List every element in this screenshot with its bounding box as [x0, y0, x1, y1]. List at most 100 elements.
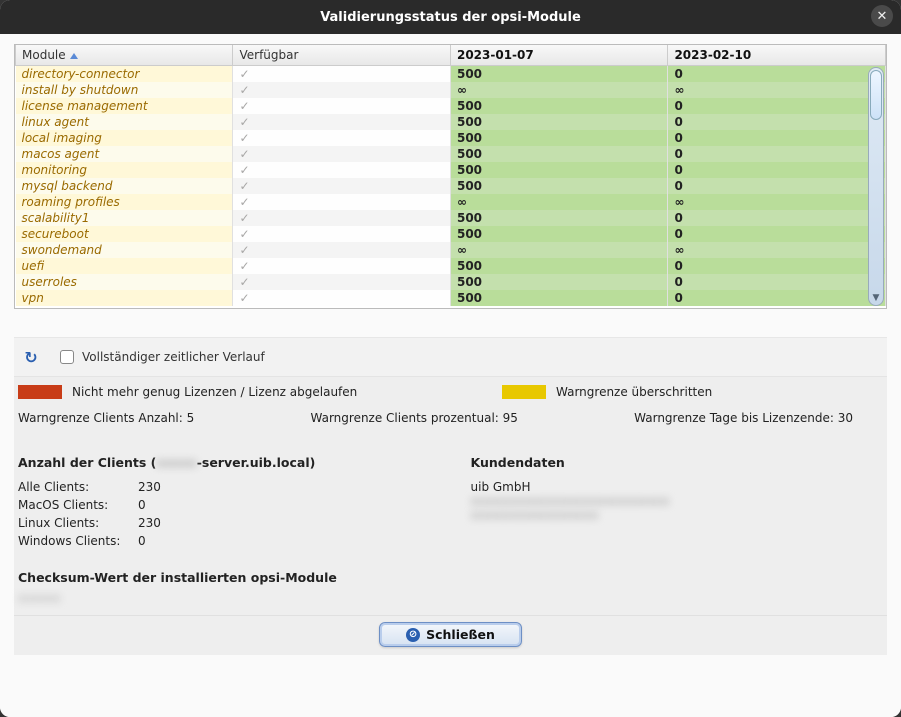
cell-date2: 0 — [668, 274, 886, 290]
table-row[interactable]: directory-connector ✓ 5000 — [16, 66, 886, 83]
dialog-window: Validierungsstatus der opsi-Module ✕ Mod… — [0, 0, 901, 717]
check-icon: ✓ — [239, 195, 249, 209]
cell-module: swondemand — [16, 242, 233, 258]
legend-yellow-label: Warngrenze überschritten — [556, 385, 712, 399]
check-icon: ✓ — [239, 67, 249, 81]
check-icon: ✓ — [239, 163, 249, 177]
cell-date1: ∞ — [450, 242, 667, 258]
cell-available: ✓ — [233, 98, 450, 114]
table-row[interactable]: macos agent✓5000 — [16, 146, 886, 162]
scroll-down-icon[interactable]: ▼ — [869, 291, 883, 305]
warn-clients-pct: Warngrenze Clients prozentual: 95 — [311, 411, 518, 425]
customer-heading: Kundendaten — [471, 455, 884, 470]
window-title: Validierungsstatus der opsi-Module — [320, 10, 581, 25]
cell-available: ✓ — [233, 194, 450, 210]
customer-line-redacted-1: xxxxxxxxxxxxxxxxxxxxxxxxxxxx — [471, 494, 884, 508]
cell-module: uefi — [16, 258, 233, 274]
full-timeline-label: Vollständiger zeitlicher Verlauf — [82, 350, 265, 364]
legend-red-swatch — [18, 385, 62, 399]
cell-date2: 0 — [668, 66, 886, 83]
table-row[interactable]: secureboot✓5000 — [16, 226, 886, 242]
linux-clients-value: 230 — [138, 516, 431, 530]
refresh-icon: ↻ — [24, 348, 37, 367]
legend-panel: Nicht mehr genug Lizenzen / Lizenz abgel… — [14, 376, 887, 437]
close-button-label: Schließen — [426, 627, 495, 642]
checksum-heading: Checksum-Wert der installierten opsi-Mod… — [18, 570, 883, 585]
controls-panel: ↻ Vollständiger zeitlicher Verlauf — [14, 337, 887, 376]
table-row[interactable]: mysql backend✓5000 — [16, 178, 886, 194]
server-name-redacted: xxxxx — [156, 455, 196, 470]
cell-date1: 500 — [450, 98, 667, 114]
table-row[interactable]: monitoring✓5000 — [16, 162, 886, 178]
col-date1[interactable]: 2023-01-07 — [450, 45, 667, 66]
table-row[interactable]: vpn✓5000 — [16, 290, 886, 306]
table-row[interactable]: scalability1✓5000 — [16, 210, 886, 226]
close-button[interactable]: ⊘ Schließen — [379, 622, 522, 647]
refresh-button[interactable]: ↻ — [20, 346, 42, 368]
table-row[interactable]: userroles✓5000 — [16, 274, 886, 290]
cancel-icon: ⊘ — [406, 628, 420, 642]
table-row[interactable]: linux agent✓5000 — [16, 114, 886, 130]
table-row[interactable]: license management ✓ 5000 — [16, 98, 886, 114]
cell-date2: 0 — [668, 98, 886, 114]
customer-name: uib GmbH — [471, 480, 884, 494]
cell-available: ✓ — [233, 162, 450, 178]
col-module[interactable]: Module — [16, 45, 233, 66]
cell-module: license management — [16, 98, 233, 114]
table-row[interactable]: roaming profiles✓∞∞ — [16, 194, 886, 210]
cell-date2: ∞ — [668, 242, 886, 258]
check-icon: ✓ — [239, 275, 249, 289]
cell-date1: 500 — [450, 258, 667, 274]
table-row[interactable]: swondemand✓∞∞ — [16, 242, 886, 258]
cell-date1: 500 — [450, 66, 667, 83]
cell-date1: 500 — [450, 162, 667, 178]
cell-module: mysql backend — [16, 178, 233, 194]
clients-heading: Anzahl der Clients (xxxxx-server.uib.loc… — [18, 455, 431, 470]
full-timeline-checkbox[interactable] — [60, 350, 74, 364]
modules-table: Module Verfügbar 2023-01-07 2023-02-10 d… — [15, 45, 886, 306]
legend-red-label: Nicht mehr genug Lizenzen / Lizenz abgel… — [72, 385, 492, 399]
table-row[interactable]: local imaging✓5000 — [16, 130, 886, 146]
all-clients-label: Alle Clients: — [18, 480, 138, 494]
check-icon: ✓ — [239, 291, 249, 305]
windows-clients-value: 0 — [138, 534, 431, 548]
windows-clients-label: Windows Clients: — [18, 534, 138, 548]
customer-line-redacted-2: xxxxxxxxxxxxxxxxxx — [471, 508, 884, 522]
cell-available: ✓ — [233, 242, 450, 258]
cell-module: macos agent — [16, 146, 233, 162]
col-date2[interactable]: 2023-02-10 — [668, 45, 886, 66]
table-header-row: Module Verfügbar 2023-01-07 2023-02-10 — [16, 45, 886, 66]
dialog-body: Module Verfügbar 2023-01-07 2023-02-10 d… — [0, 34, 901, 717]
macos-clients-value: 0 — [138, 498, 431, 512]
cell-available: ✓ — [233, 258, 450, 274]
clients-section: Anzahl der Clients (xxxxx-server.uib.loc… — [18, 447, 431, 548]
cell-date2: 0 — [668, 258, 886, 274]
cell-date2: ∞ — [668, 82, 886, 98]
cell-date1: 500 — [450, 210, 667, 226]
cell-available: ✓ — [233, 290, 450, 306]
cell-module: roaming profiles — [16, 194, 233, 210]
cell-date1: ∞ — [450, 82, 667, 98]
cell-available: ✓ — [233, 178, 450, 194]
cell-available: ✓ — [233, 82, 450, 98]
cell-module: install by shutdown — [16, 82, 233, 98]
cell-available: ✓ — [233, 226, 450, 242]
table-row[interactable]: uefi✓5000 — [16, 258, 886, 274]
cell-date2: 0 — [668, 130, 886, 146]
cell-module: directory-connector — [16, 66, 233, 83]
cell-module: scalability1 — [16, 210, 233, 226]
cell-available: ✓ — [233, 130, 450, 146]
window-close-button[interactable]: ✕ — [871, 5, 893, 27]
cell-available: ✓ — [233, 210, 450, 226]
col-available[interactable]: Verfügbar — [233, 45, 450, 66]
cell-date2: 0 — [668, 114, 886, 130]
scroll-thumb[interactable] — [870, 70, 882, 120]
cell-date1: ∞ — [450, 194, 667, 210]
titlebar: Validierungsstatus der opsi-Module ✕ — [0, 0, 901, 34]
table-scrollbar[interactable]: ▲ ▼ — [868, 67, 884, 306]
info-panel: Anzahl der Clients (xxxxx-server.uib.loc… — [14, 437, 887, 552]
check-icon: ✓ — [239, 99, 249, 113]
cell-module: userroles — [16, 274, 233, 290]
check-icon: ✓ — [239, 115, 249, 129]
table-row[interactable]: install by shutdown✓∞∞ — [16, 82, 886, 98]
